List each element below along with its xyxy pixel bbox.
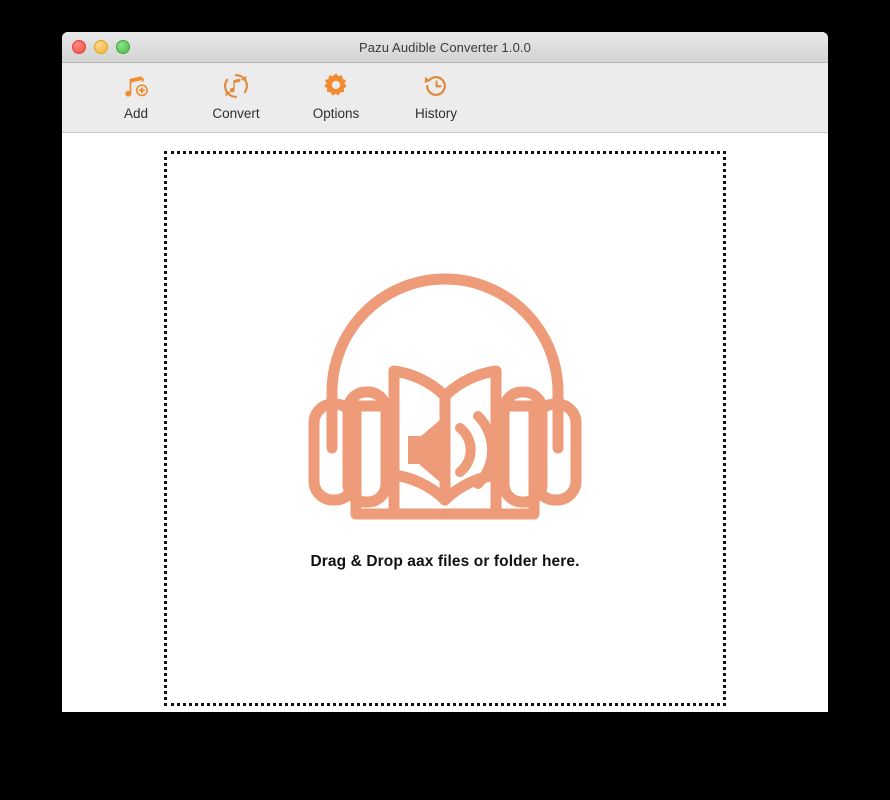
toolbar-button-options[interactable]: Options <box>286 63 386 121</box>
file-drop-zone[interactable]: Drag & Drop aax files or folder here. <box>164 151 726 706</box>
maximize-window-button[interactable] <box>116 40 130 54</box>
convert-refresh-note-icon <box>221 69 251 103</box>
title-bar: Pazu Audible Converter 1.0.0 <box>62 32 828 63</box>
music-note-plus-icon <box>121 69 151 103</box>
audiobook-headphones-book-icon <box>300 252 590 527</box>
close-window-button[interactable] <box>72 40 86 54</box>
minimize-window-button[interactable] <box>94 40 108 54</box>
clock-history-icon <box>421 69 451 103</box>
toolbar-button-history[interactable]: History <box>386 63 486 121</box>
gear-icon <box>321 69 351 103</box>
toolbar-label-convert: Convert <box>212 106 260 121</box>
application-window: Pazu Audible Converter 1.0.0 Add Convert… <box>62 32 828 712</box>
toolbar-label-add: Add <box>123 106 149 121</box>
content-area: Drag & Drop aax files or folder here. <box>62 133 828 712</box>
drop-zone-message: Drag & Drop aax files or folder here. <box>310 553 580 570</box>
toolbar-button-add[interactable]: Add <box>86 63 186 121</box>
toolbar-label-options: Options <box>312 106 360 121</box>
toolbar-button-convert[interactable]: Convert <box>186 63 286 121</box>
toolbar-label-history: History <box>414 106 457 121</box>
window-controls <box>72 32 130 62</box>
window-title: Pazu Audible Converter 1.0.0 <box>359 39 531 55</box>
main-toolbar: Add Convert Options History <box>62 63 828 133</box>
